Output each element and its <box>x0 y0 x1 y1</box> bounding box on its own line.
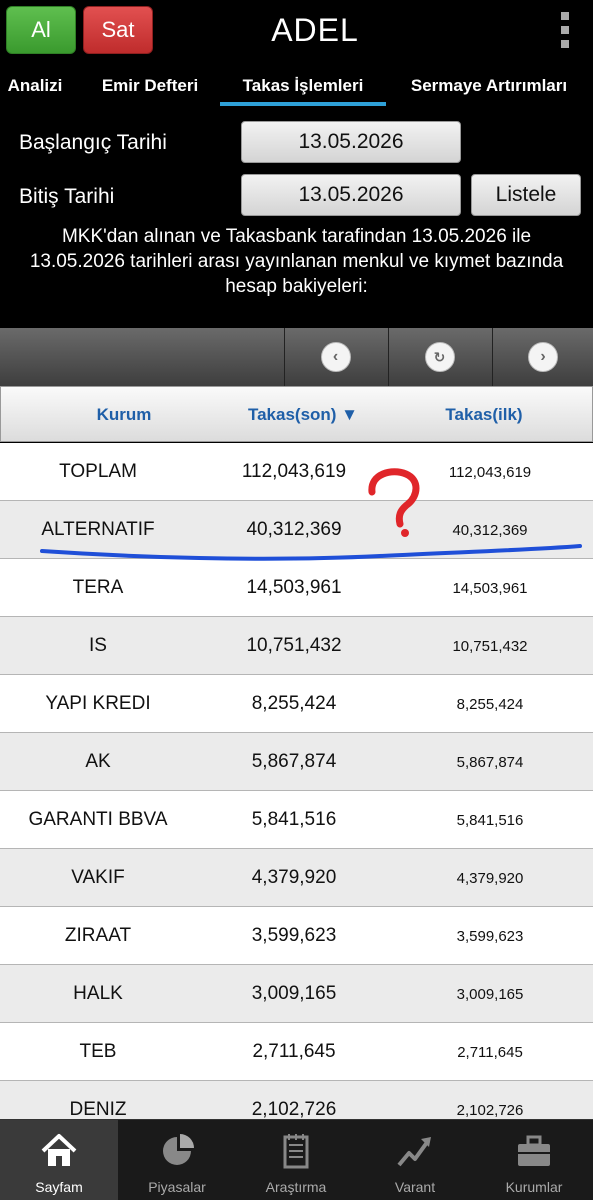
tab-analizi[interactable]: Analizi <box>0 64 70 108</box>
table-row[interactable]: VAKIF 4,379,920 4,379,920 <box>0 849 593 907</box>
home-icon <box>41 1134 77 1166</box>
table-row[interactable]: ZIRAAT 3,599,623 3,599,623 <box>0 907 593 965</box>
cell-takas-son: 112,043,619 <box>241 461 347 482</box>
overflow-menu-icon[interactable] <box>556 12 574 48</box>
column-header-takas-ilk[interactable]: Takas(ilk) <box>401 387 567 443</box>
list-button[interactable]: Listele <box>471 174 581 216</box>
tab-bar: Analizi Emir Defteri Takas İşlemleri Ser… <box>0 64 593 108</box>
cell-takas-ilk: 14,503,961 <box>452 579 528 597</box>
table-row[interactable]: TOPLAM 112,043,619 112,043,619 <box>0 443 593 501</box>
cell-kurum: IS <box>89 635 107 656</box>
cell-kurum: YAPI KREDI <box>45 693 151 714</box>
chevron-left-icon: ‹ <box>320 342 351 372</box>
cell-takas-son: 8,255,424 <box>251 693 337 714</box>
nav-label: Kurumlar <box>505 1179 563 1195</box>
cell-takas-son: 2,711,645 <box>252 1041 336 1062</box>
cell-takas-son: 3,009,165 <box>251 983 337 1004</box>
start-date-field[interactable]: 13.05.2026 <box>241 121 461 163</box>
briefcase-icon <box>518 1135 550 1166</box>
bottom-navigation: Sayfam Piyasalar Araştırma Varant Kuruml… <box>0 1119 593 1200</box>
buy-button[interactable]: Al <box>6 6 76 54</box>
cell-kurum: HALK <box>73 983 123 1004</box>
table-row[interactable]: GARANTI BBVA 5,841,516 5,841,516 <box>0 791 593 849</box>
start-date-label: Başlangıç Tarihi <box>19 131 167 154</box>
table-row[interactable]: AK 5,867,874 5,867,874 <box>0 733 593 791</box>
chevron-right-icon: › <box>528 342 558 372</box>
cell-takas-son: 40,312,369 <box>246 519 342 540</box>
table-row[interactable]: HALK 3,009,165 3,009,165 <box>0 965 593 1023</box>
takas-table: TOPLAM 112,043,619 112,043,619 ALTERNATI… <box>0 443 593 1119</box>
app-header: Al Sat ADEL <box>0 0 593 64</box>
nav-arastirma[interactable]: Araştırma <box>237 1120 355 1200</box>
nav-label: Piyasalar <box>148 1179 206 1195</box>
prev-button[interactable]: ‹ <box>284 328 386 386</box>
cell-takas-ilk: 112,043,619 <box>448 463 532 481</box>
cell-takas-ilk: 5,841,516 <box>456 811 524 829</box>
pager-bar: ‹ ↻ › <box>0 328 593 386</box>
cell-takas-son: 4,379,920 <box>251 867 337 888</box>
sell-button[interactable]: Sat <box>83 6 153 54</box>
cell-takas-ilk: 2,711,645 <box>457 1043 523 1061</box>
table-row[interactable]: TEB 2,711,645 2,711,645 <box>0 1023 593 1081</box>
pie-chart-icon <box>163 1134 194 1165</box>
cell-takas-son: 2,102,726 <box>251 1099 337 1119</box>
info-text: MKK'dan alınan ve Takasbank tarafindan 1… <box>29 226 564 297</box>
cell-takas-ilk: 3,009,165 <box>456 985 524 1003</box>
table-row[interactable]: TERA 14,503,961 14,503,961 <box>0 559 593 617</box>
nav-piyasalar[interactable]: Piyasalar <box>118 1120 236 1200</box>
cell-takas-son: 14,503,961 <box>246 577 342 598</box>
cell-kurum: GARANTI BBVA <box>28 809 168 830</box>
cell-kurum: TEB <box>79 1041 117 1062</box>
date-filter-form: Başlangıç Tarihi 13.05.2026 Bitiş Tarihi… <box>0 108 593 328</box>
tab-takas-islemleri[interactable]: Takas İşlemleri <box>220 64 386 108</box>
refresh-icon: ↻ <box>424 342 455 372</box>
nav-kurumlar[interactable]: Kurumlar <box>475 1120 593 1200</box>
cell-kurum: TOPLAM <box>59 461 137 482</box>
table-row[interactable]: DENIZ 2,102,726 2,102,726 <box>0 1081 593 1119</box>
nav-label: Varant <box>394 1179 436 1195</box>
trend-chart-icon <box>397 1137 431 1167</box>
cell-kurum: DENIZ <box>69 1099 127 1119</box>
table-row[interactable]: ALTERNATIF 40,312,369 40,312,369 <box>0 501 593 559</box>
nav-label: Sayfam <box>35 1179 83 1195</box>
tab-emir-defteri[interactable]: Emir Defteri <box>84 64 216 108</box>
column-header-takas-son[interactable]: Takas(son) ▼ <box>223 387 383 443</box>
cell-takas-son: 5,867,874 <box>251 751 337 772</box>
nav-sayfam[interactable]: Sayfam <box>0 1120 118 1200</box>
table-row[interactable]: IS 10,751,432 10,751,432 <box>0 617 593 675</box>
cell-kurum: TERA <box>72 577 124 598</box>
nav-label: Araştırma <box>265 1179 327 1195</box>
cell-kurum: VAKIF <box>71 867 125 888</box>
tab-sermaye-artirimlari[interactable]: Sermaye Artırımları <box>396 64 582 108</box>
end-date-label: Bitiş Tarihi <box>19 185 115 208</box>
column-header-kurum[interactable]: Kurum <box>1 387 247 443</box>
table-row[interactable]: YAPI KREDI 8,255,424 8,255,424 <box>0 675 593 733</box>
table-header: Kurum Takas(son) ▼ Takas(ilk) <box>0 386 593 442</box>
cell-takas-ilk: 40,312,369 <box>452 521 528 539</box>
notepad-icon <box>283 1134 309 1169</box>
cell-takas-ilk: 8,255,424 <box>456 695 524 713</box>
cell-takas-ilk: 2,102,726 <box>456 1101 524 1119</box>
cell-takas-son: 10,751,432 <box>246 635 342 656</box>
refresh-button[interactable]: ↻ <box>388 328 490 386</box>
nav-varant[interactable]: Varant <box>356 1120 474 1200</box>
cell-takas-ilk: 4,379,920 <box>456 869 524 887</box>
end-date-field[interactable]: 13.05.2026 <box>241 174 461 216</box>
cell-takas-son: 5,841,516 <box>251 809 337 830</box>
cell-takas-ilk: 10,751,432 <box>452 637 528 655</box>
cell-takas-ilk: 3,599,623 <box>456 927 524 945</box>
cell-kurum: ZIRAAT <box>64 925 132 946</box>
cell-kurum: AK <box>85 751 111 772</box>
symbol-title: ADEL <box>271 12 359 48</box>
next-button[interactable]: › <box>492 328 593 386</box>
cell-kurum: ALTERNATIF <box>41 519 155 540</box>
cell-takas-son: 3,599,623 <box>251 925 337 946</box>
cell-takas-ilk: 5,867,874 <box>456 753 524 771</box>
